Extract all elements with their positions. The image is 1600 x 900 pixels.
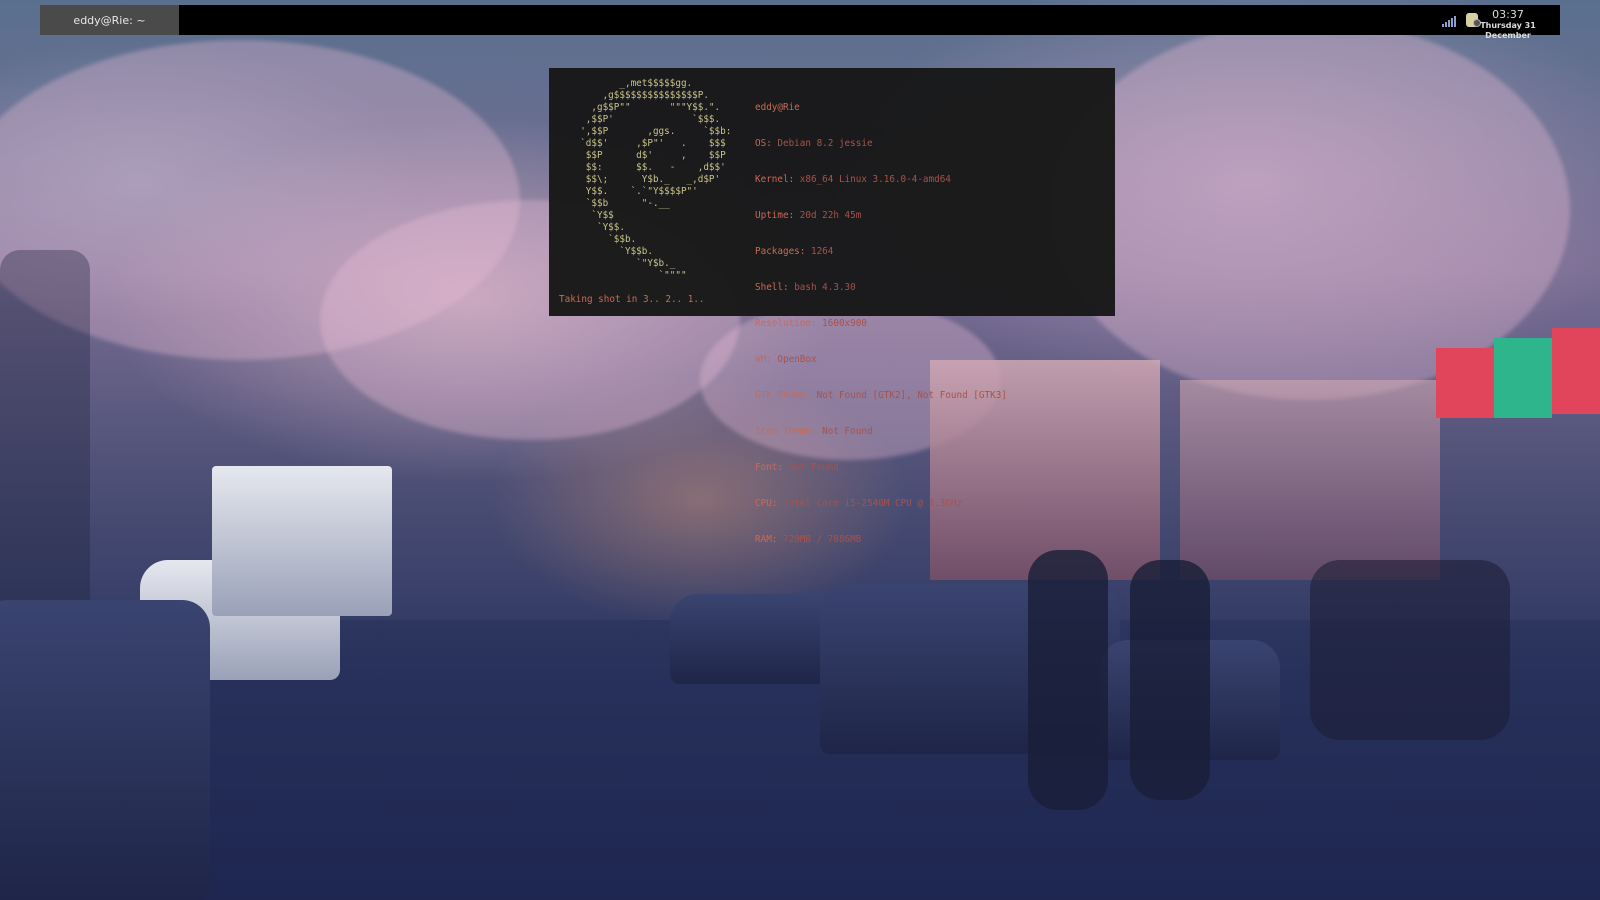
info-line: Uptime: 20d 22h 45m	[755, 210, 1007, 222]
info-key: RAM:	[755, 534, 783, 545]
info-value: Not Found	[822, 426, 873, 437]
clock-date: Thursday 31 December	[1480, 21, 1536, 40]
info-value: OpenBox	[777, 354, 817, 365]
system-info: eddy@Rie OS: Debian 8.2 jessie Kernel: x…	[755, 78, 1007, 570]
terminal-window[interactable]: _,met$$$$$gg. ,g$$$$$$$$$$$$$$$P. ,g$$P"…	[549, 68, 1115, 545]
info-value: Intel Core i5-2540M CPU @ 3.3GHz	[783, 498, 963, 509]
info-value: Not Found	[788, 462, 839, 473]
info-value: 20d 22h 45m	[799, 210, 862, 221]
info-key: Uptime:	[755, 210, 800, 221]
info-line: Icon Theme: Not Found	[755, 426, 1007, 438]
info-value: Debian 8.2 jessie	[777, 138, 873, 149]
info-value: 1264	[810, 246, 834, 257]
info-line: Font: Not Found	[755, 462, 1007, 474]
info-key: OS:	[755, 138, 778, 149]
info-line: RAM: 729MB / 7886MB	[755, 534, 1007, 546]
info-key: WM:	[755, 354, 778, 365]
info-key: Resolution:	[755, 318, 823, 329]
top-panel: eddy@Rie: ~ 03:37 Thursday 31 December	[40, 5, 1560, 40]
info-line: Packages: 1264	[755, 246, 1007, 258]
debian-ascii-logo: _,met$$$$$gg. ,g$$$$$$$$$$$$$$$P. ,g$$P"…	[580, 78, 732, 281]
info-value: bash 4.3.30	[794, 282, 856, 293]
terminal-prompt-output: Taking shot in 3.. 2.. 1..	[559, 294, 705, 305]
info-line: GTK Theme: Not Found [GTK2], Not Found […	[755, 390, 1007, 402]
info-key: Icon Theme:	[755, 426, 823, 437]
info-key: GTK Theme:	[755, 390, 817, 401]
info-key: Font:	[755, 462, 789, 473]
info-key: Packages:	[755, 246, 811, 257]
info-title: eddy@Rie	[755, 102, 800, 113]
info-line: CPU: Intel Core i5-2540M CPU @ 3.3GHz	[755, 498, 1007, 510]
info-value: 729MB / 7886MB	[783, 534, 862, 545]
taskbar-window-button[interactable]: eddy@Rie: ~	[40, 5, 179, 35]
info-key: Kernel:	[755, 174, 800, 185]
info-line: Shell: bash 4.3.30	[755, 282, 1007, 294]
info-key: Shell:	[755, 282, 795, 293]
info-value: Not Found [GTK2], Not Found [GTK3]	[816, 390, 1007, 401]
info-line: Kernel: x86_64 Linux 3.16.0-4-amd64	[755, 174, 1007, 186]
clock[interactable]: 03:37 Thursday 31 December	[1458, 9, 1558, 41]
info-value: x86_64 Linux 3.16.0-4-amd64	[799, 174, 951, 185]
clock-time: 03:37	[1492, 8, 1524, 21]
info-line: WM: OpenBox	[755, 354, 1007, 366]
network-signal-icon[interactable]	[1442, 15, 1456, 27]
info-line: OS: Debian 8.2 jessie	[755, 138, 1007, 150]
info-line: Resolution: 1600x900	[755, 318, 1007, 330]
info-value: 1600x900	[822, 318, 867, 329]
info-key: CPU:	[755, 498, 783, 509]
